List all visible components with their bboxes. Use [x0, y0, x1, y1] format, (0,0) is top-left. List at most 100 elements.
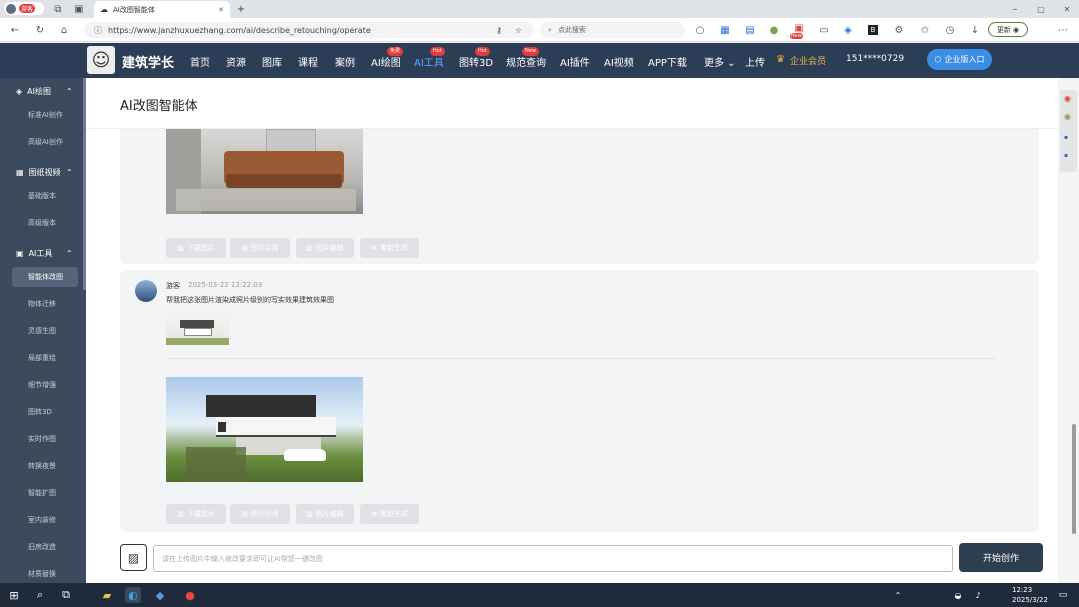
profile-button[interactable]: 游客	[4, 2, 44, 15]
file-explorer-icon[interactable]: ▰	[99, 587, 115, 603]
sidebar-group-0[interactable]: ◈ AI绘图 ⌃	[0, 79, 86, 103]
edge-icon[interactable]: ◐	[125, 587, 141, 603]
back-icon[interactable]: ←	[10, 25, 20, 36]
nav-item-11[interactable]: APP下载	[648, 54, 687, 69]
logo-avatar[interactable]: ☺	[87, 46, 115, 74]
float-icon-2[interactable]: ◉	[1064, 112, 1071, 121]
nav-item-10[interactable]: AI视频	[604, 54, 634, 69]
refresh-icon[interactable]: ↻	[35, 25, 45, 36]
minimize-icon[interactable]: –	[1010, 4, 1020, 15]
download-image-button[interactable]: ▨ 下载图片	[166, 238, 226, 258]
sidebar-item[interactable]: 智能扩图	[12, 483, 78, 503]
sidebar-item[interactable]: 材质替换	[12, 564, 78, 584]
app-icon-2[interactable]: ●	[182, 587, 198, 603]
extension-icon-3[interactable]: ▤	[745, 25, 755, 36]
history-icon[interactable]: ◷	[945, 25, 955, 36]
regenerate-button[interactable]: ✲ 重新生成	[360, 504, 419, 524]
extension-icon-7[interactable]: ◈	[843, 25, 853, 36]
url-field[interactable]: ⓘ https://www.janzhuxuezhang.com/ai/desc…	[84, 22, 534, 38]
nav-item-4[interactable]: 案例	[335, 54, 355, 69]
input-image-thumbnail[interactable]	[166, 312, 229, 345]
sidebar-item[interactable]: 物体迁移	[12, 294, 78, 314]
sidebar-item[interactable]: 室内装修	[12, 510, 78, 530]
float-icon-3[interactable]: ▪	[1064, 134, 1068, 141]
start-create-button[interactable]: 开始创作	[959, 543, 1043, 572]
start-icon[interactable]: ⊞	[6, 587, 22, 603]
sidebar-item[interactable]: 图转3D	[12, 402, 78, 422]
nav-item-1[interactable]: 资源	[226, 54, 246, 69]
clock-time[interactable]: 12:23	[1012, 586, 1032, 594]
browser-tab[interactable]: ☁ AI改图智能体 ✕	[94, 1, 230, 18]
sidebar-item[interactable]: 标准AI创作	[12, 105, 78, 125]
sidebar-item[interactable]: 智能体改图	[12, 267, 78, 287]
sidebar-item[interactable]: 灵感生图	[12, 321, 78, 341]
favorites-icon[interactable]: ✩	[920, 25, 930, 36]
sidebar-group-1[interactable]: ▦ 图纸视频 ⌃	[0, 160, 86, 184]
search-icon[interactable]: ⌕	[32, 587, 48, 603]
home-icon[interactable]: ⌂	[59, 25, 69, 36]
download-image-button[interactable]: ▨ 下载图片	[166, 504, 226, 524]
sidebar-item[interactable]: 高级版本	[12, 213, 78, 233]
task-view-icon[interactable]: ⧉	[58, 587, 74, 603]
extension-icon-2[interactable]: ▦	[720, 25, 730, 36]
sidebar-item[interactable]: 高级AI创作	[12, 132, 78, 152]
extensions-puzzle-icon[interactable]: ⚙	[894, 25, 904, 36]
enterprise-entry-button[interactable]: ⬡ 企业版入口	[927, 49, 992, 70]
reference-image-button[interactable]: ▤ 图片引用	[230, 504, 290, 524]
close-window-icon[interactable]: ✕	[1062, 4, 1072, 14]
volume-icon[interactable]: ♪	[970, 587, 986, 603]
nav-item-0[interactable]: 首页	[190, 54, 210, 69]
page-scrollbar-thumb[interactable]	[1072, 424, 1076, 534]
nav-item-2[interactable]: 图库	[262, 54, 282, 69]
nav-item-7[interactable]: 图转3D Hot	[459, 47, 493, 69]
collections-icon[interactable]: ⧉	[53, 4, 63, 15]
user-phone[interactable]: 151****0729	[846, 54, 904, 64]
float-icon-4[interactable]: ▪	[1064, 152, 1068, 159]
notification-icon[interactable]: ▭	[1055, 587, 1071, 603]
result-image-sofa[interactable]	[166, 129, 363, 214]
nav-item-8[interactable]: 规范查询 New	[506, 47, 546, 69]
tray-overflow-icon[interactable]: ⌃	[890, 587, 906, 603]
sidebar-item[interactable]: 基础版本	[12, 186, 78, 206]
upload-image-button[interactable]: ▨	[120, 544, 147, 571]
extension-icon-1[interactable]: ○	[695, 25, 705, 36]
sidebar-item[interactable]: 局部重绘	[12, 348, 78, 368]
edit-image-button[interactable]: ▧ 图片编辑	[296, 238, 354, 258]
app-icon-1[interactable]: ◆	[152, 587, 168, 603]
downloads-icon[interactable]: ↓	[970, 25, 980, 36]
regenerate-button[interactable]: ✲ 重新生成	[360, 238, 419, 258]
site-info-icon[interactable]: ⓘ	[94, 25, 102, 36]
sidebar-group-2[interactable]: ▣ AI工具 ⌃	[0, 241, 86, 265]
network-icon[interactable]: ◒	[950, 587, 966, 603]
extension-icon-8[interactable]: B	[868, 25, 878, 35]
logo-text[interactable]: 建筑学长	[122, 52, 174, 71]
sidebar-item[interactable]: 旧房改造	[12, 537, 78, 557]
tab-actions-icon[interactable]: ▣	[74, 4, 84, 15]
sidebar-item[interactable]: 细节增强	[12, 375, 78, 395]
close-tab-icon[interactable]: ✕	[218, 6, 224, 14]
reference-image-button[interactable]: ▤ 图片引用	[230, 238, 290, 258]
nav-item-5[interactable]: AI绘图 免费	[371, 47, 404, 69]
favorite-star-icon[interactable]: ☆	[515, 26, 522, 35]
prompt-input[interactable]: 请在上传图片中输入修改要求即可让AI帮您一键改图	[153, 545, 953, 572]
extension-icon-6[interactable]: ▭	[819, 25, 829, 36]
nav-item-12[interactable]: 更多 ⌄	[704, 54, 736, 69]
result-image-villa[interactable]	[166, 377, 363, 482]
extension-icon-5[interactable]: ▣	[794, 23, 804, 34]
nav-item-9[interactable]: AI插件	[560, 54, 590, 69]
nav-item-13[interactable]: 上传	[745, 54, 765, 69]
nav-item-6[interactable]: AI工具 Hot	[414, 47, 445, 69]
vip-link[interactable]: 企业会员	[790, 54, 826, 67]
sidebar-item[interactable]: 转换夜景	[12, 456, 78, 476]
search-input[interactable]: ⌕ 点此搜索	[540, 22, 685, 38]
sidebar-item[interactable]: 实时作图	[12, 429, 78, 449]
new-tab-icon[interactable]: +	[236, 4, 246, 15]
edit-image-button[interactable]: ▧ 图片编辑	[296, 504, 354, 524]
clock-date[interactable]: 2025/3/22	[1012, 596, 1048, 604]
browser-menu-icon[interactable]: ⋯	[1058, 25, 1068, 36]
nav-item-3[interactable]: 课程	[298, 54, 318, 69]
maximize-icon[interactable]: ▢	[1036, 4, 1046, 14]
key-icon[interactable]: ⚷	[496, 26, 502, 35]
extension-icon-4[interactable]: ●	[769, 25, 779, 36]
update-button[interactable]: 更新 ◉	[988, 22, 1028, 37]
